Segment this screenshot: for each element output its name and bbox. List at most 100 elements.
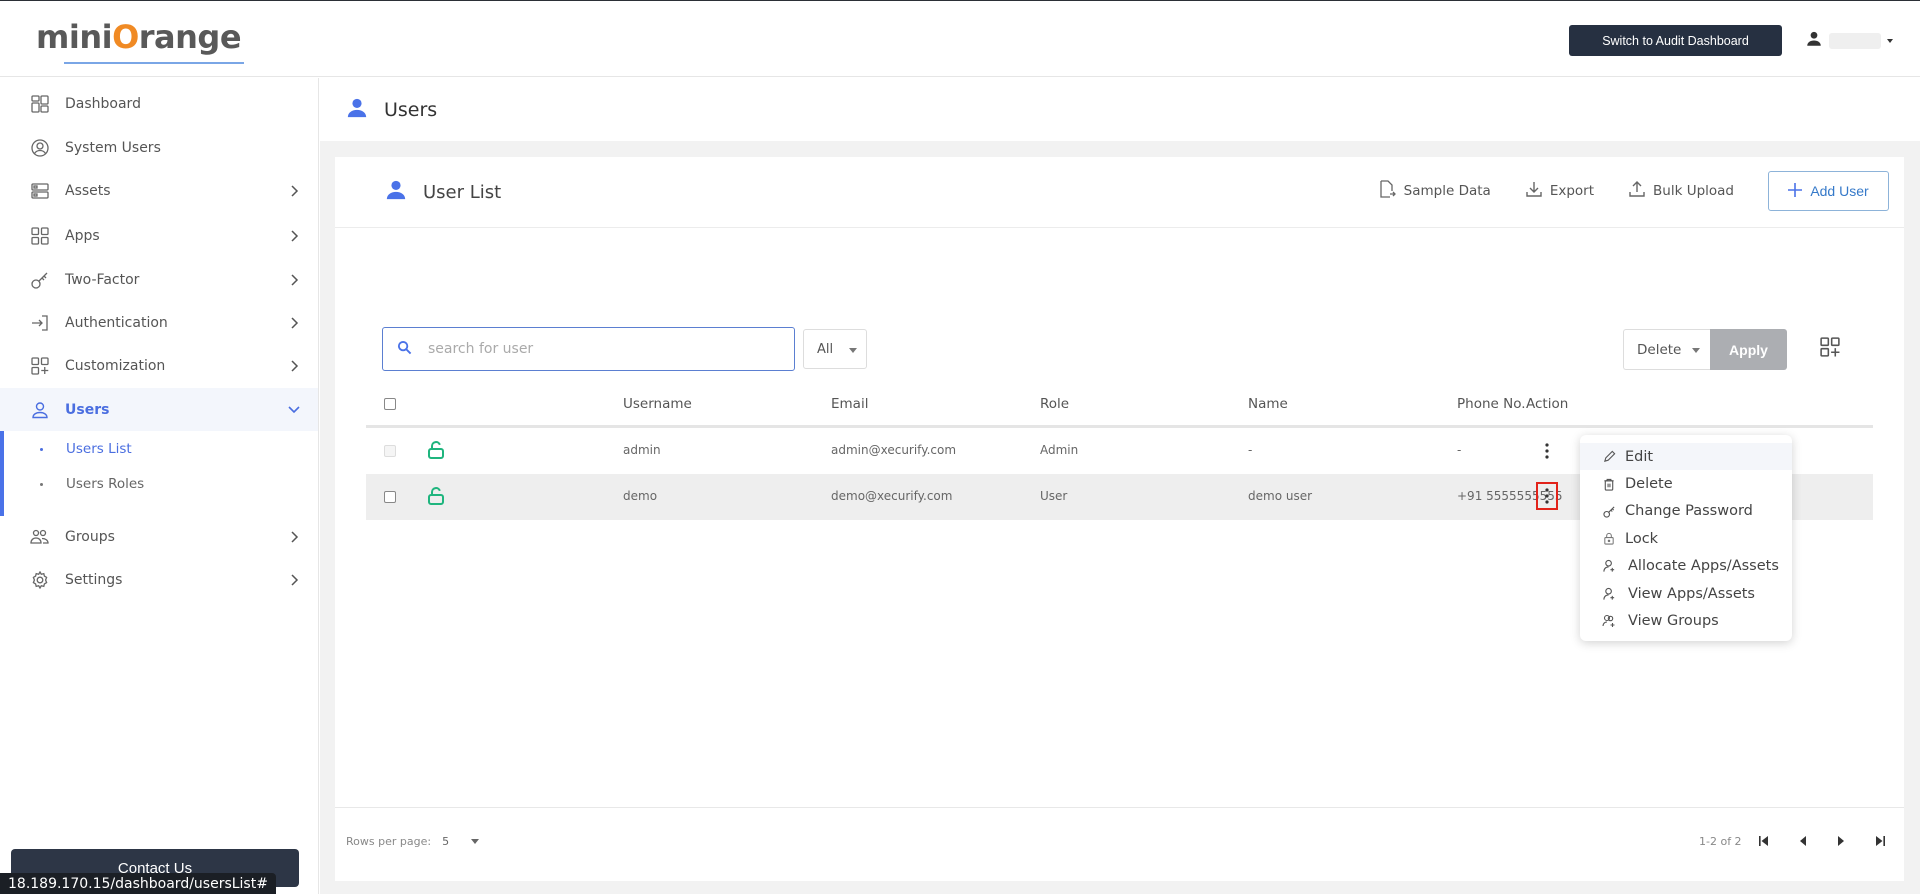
cell-email: admin@xecurify.com [831, 443, 957, 457]
menu-item-edit[interactable]: Edit [1580, 443, 1792, 471]
sidebar-item-system-users[interactable]: System Users [0, 128, 318, 168]
search-field[interactable] [382, 327, 795, 371]
sidebar-item-users[interactable]: Users [0, 388, 318, 431]
bullet-icon [40, 482, 43, 486]
column-header-phone[interactable]: Phone No. [1457, 396, 1526, 412]
previous-page-button[interactable] [1795, 833, 1811, 849]
sidebar: Dashboard System Users Assets Apps Two-F… [0, 78, 319, 894]
search-icon [397, 340, 412, 359]
sidebar-item-label: Users [65, 401, 110, 418]
user-icon [346, 97, 368, 123]
column-header-email[interactable]: Email [831, 396, 868, 412]
top-header: miniOrange Switch to Audit Dashboard [0, 2, 1920, 77]
menu-item-allocate-apps-assets[interactable]: Allocate Apps/Assets [1580, 553, 1792, 580]
sidebar-subitem-users-roles[interactable]: Users Roles [0, 469, 318, 499]
bulk-action-select[interactable]: Delete [1623, 329, 1710, 370]
row-actions-button[interactable] [1536, 482, 1558, 510]
card-actions: Sample Data Export Bulk Upload Add User [1377, 171, 1889, 211]
download-icon [1525, 180, 1543, 202]
chevron-right-icon [291, 531, 299, 543]
sidebar-item-dashboard[interactable]: Dashboard [0, 84, 318, 124]
sidebar-item-label: Assets [65, 183, 111, 199]
sidebar-item-label: Apps [65, 228, 100, 244]
users-add-icon [1602, 614, 1616, 628]
column-header-role[interactable]: Role [1040, 396, 1069, 412]
bulk-action-selected-value: Delete [1637, 341, 1682, 358]
export-button[interactable]: Export [1525, 180, 1594, 202]
unlocked-icon[interactable] [426, 486, 446, 506]
pagination-range: 1-2 of 2 [1699, 835, 1742, 848]
logo-text-o: O [112, 18, 139, 56]
row-checkbox[interactable] [384, 491, 396, 503]
last-page-icon [1876, 836, 1885, 846]
next-page-button[interactable] [1833, 833, 1849, 849]
menu-item-view-groups[interactable]: View Groups [1580, 607, 1792, 634]
menu-item-label: Edit [1625, 448, 1654, 465]
column-header-name[interactable]: Name [1248, 396, 1288, 412]
card-title: User List [423, 182, 502, 203]
chevron-right-icon [291, 317, 299, 329]
add-user-button[interactable]: Add User [1768, 171, 1889, 211]
user-icon [1805, 30, 1823, 52]
caret-down-icon[interactable] [471, 839, 480, 844]
first-page-button[interactable] [1756, 833, 1772, 849]
user-menu[interactable] [1805, 30, 1893, 52]
page-header: Users [320, 78, 1920, 141]
rows-per-page-select[interactable]: 5 [442, 835, 449, 848]
user-add-icon [1602, 587, 1616, 601]
menu-item-change-password[interactable]: Change Password [1580, 498, 1792, 525]
bulk-upload-label: Bulk Upload [1653, 183, 1734, 199]
first-page-icon [1759, 836, 1768, 846]
sidebar-item-label: Dashboard [65, 96, 141, 112]
csv-file-icon [1377, 179, 1397, 203]
sample-data-button[interactable]: Sample Data [1377, 179, 1491, 203]
bulk-upload-button[interactable]: Bulk Upload [1628, 180, 1734, 202]
sidebar-item-label: Groups [65, 529, 115, 545]
cell-name: - [1248, 443, 1253, 457]
chevron-right-icon [291, 274, 299, 286]
pencil-icon [1602, 450, 1616, 464]
column-settings-button[interactable] [1819, 337, 1841, 361]
sidebar-item-label: Customization [65, 358, 166, 374]
sidebar-item-apps[interactable]: Apps [0, 216, 318, 256]
sidebar-item-groups[interactable]: Groups [0, 517, 318, 557]
sidebar-item-customization[interactable]: Customization [0, 346, 318, 386]
column-header-username[interactable]: Username [623, 396, 692, 412]
switch-to-audit-dashboard-button[interactable]: Switch to Audit Dashboard [1569, 25, 1782, 56]
sidebar-subitem-label: Users List [66, 441, 132, 457]
export-label: Export [1549, 183, 1595, 199]
key-icon [1602, 504, 1616, 518]
card-title-wrap: User List [385, 179, 501, 206]
menu-item-lock[interactable]: Lock [1580, 525, 1792, 552]
sidebar-subitem-users-list[interactable]: Users List [0, 434, 318, 464]
last-page-button[interactable] [1872, 833, 1888, 849]
menu-item-view-apps-assets[interactable]: View Apps/Assets [1580, 580, 1792, 607]
user-circle-icon [30, 138, 50, 158]
sidebar-item-settings[interactable]: Settings [0, 560, 318, 600]
cell-username: admin [623, 443, 661, 457]
logo-text-mini: mini [36, 18, 113, 56]
column-header-action: Action [1526, 396, 1569, 412]
user-add-icon [1602, 559, 1616, 573]
sidebar-item-label: System Users [65, 140, 161, 156]
sidebar-item-authentication[interactable]: Authentication [0, 303, 318, 343]
previous-page-icon [1800, 836, 1806, 846]
sidebar-item-assets[interactable]: Assets [0, 171, 318, 211]
unlocked-icon[interactable] [426, 440, 446, 460]
sample-data-label: Sample Data [1403, 183, 1491, 199]
apply-button[interactable]: Apply [1710, 329, 1787, 370]
miniorange-logo[interactable]: miniOrange [36, 18, 276, 66]
select-all-checkbox[interactable] [384, 398, 396, 410]
filter-select[interactable]: All [803, 329, 867, 369]
search-input[interactable] [428, 341, 768, 357]
table-pagination: Rows per page: 5 1-2 of 2 [335, 807, 1904, 881]
logo-text-range: range [138, 18, 242, 56]
row-actions-button[interactable] [1536, 437, 1558, 465]
sidebar-item-two-factor[interactable]: Two-Factor [0, 260, 318, 300]
dashboard-icon [30, 94, 50, 114]
page-title: Users [384, 98, 438, 121]
chevron-right-icon [291, 360, 299, 372]
login-icon [30, 313, 50, 333]
row-action-menu: Edit Delete Change Password Lock Allocat… [1580, 435, 1792, 641]
menu-item-delete[interactable]: Delete [1580, 470, 1792, 497]
